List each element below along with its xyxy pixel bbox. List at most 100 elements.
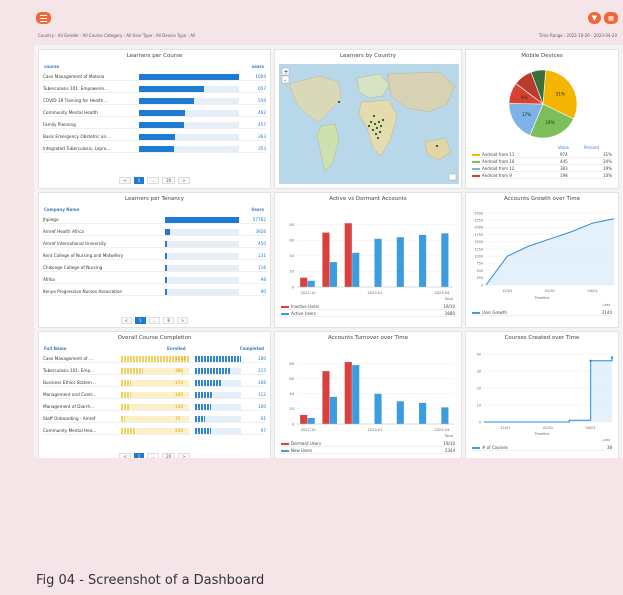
- mobile-devices-pie[interactable]: 31% 24% 17% 9%: [498, 64, 588, 144]
- bar-active-users[interactable]: [352, 252, 360, 287]
- bar-active-users[interactable]: [419, 234, 427, 287]
- next-page-button[interactable]: >: [178, 453, 190, 458]
- data-point: [610, 356, 614, 359]
- table-row[interactable]: Basic Emergency Obstetric an... 363: [43, 132, 266, 141]
- table-row[interactable]: Tuberculosis 101: Empowerin... 657: [43, 84, 266, 93]
- column-course[interactable]: course: [44, 64, 59, 69]
- bar-new-users[interactable]: [329, 396, 338, 424]
- table-row[interactable]: Case Management of Malaria 1009: [43, 72, 266, 81]
- bar-new-users[interactable]: [441, 407, 449, 424]
- y-tick-label: 0: [481, 283, 483, 287]
- bar-active-users[interactable]: [307, 280, 315, 287]
- table-row[interactable]: Amref International University 450: [43, 239, 266, 248]
- legend-value: 974: [560, 152, 568, 157]
- panel-title: Courses Created over Time: [504, 335, 580, 341]
- y-tick-label: 1250: [474, 247, 483, 251]
- table-row[interactable]: Management and Contr... 165 112: [43, 390, 266, 399]
- page-button[interactable]: 1: [135, 317, 146, 324]
- layers-button[interactable]: [448, 173, 457, 181]
- page-button[interactable]: 1: [133, 177, 145, 184]
- menu-icon: [40, 14, 47, 16]
- legend-item[interactable]: Android from 9 198 10%: [472, 173, 612, 179]
- table-row[interactable]: Staff Onboarding - Amref 75 61: [43, 414, 266, 423]
- time-range[interactable]: Time Range : 2022-10-20 - 2023-04-20: [539, 33, 617, 38]
- legend-item[interactable]: # of Courses 38: [472, 445, 612, 451]
- last-page-button[interactable]: 20: [162, 453, 176, 458]
- bar-active-users[interactable]: [441, 233, 449, 287]
- page-button[interactable]: 1: [133, 453, 145, 458]
- pager-dots: ...: [147, 453, 160, 458]
- last-page-button[interactable]: 8: [163, 317, 174, 324]
- table-row[interactable]: COVID-19 Training for Health ... 559: [43, 96, 266, 105]
- legend-swatch: [281, 450, 289, 452]
- bar-inactive-users[interactable]: [322, 232, 330, 287]
- column-full-name[interactable]: Full Name: [44, 346, 66, 351]
- bar-dormant-users[interactable]: [322, 371, 330, 424]
- bar-new-users[interactable]: [419, 402, 427, 424]
- table-row[interactable]: Community Mental Health 462: [43, 108, 266, 117]
- bar-inactive-users[interactable]: [344, 223, 352, 287]
- accounts-growth-chart[interactable]: 0 250 500 750 1000 1250 1500 1750 2000 2250 2500 12…: [466, 205, 619, 301]
- column-users[interactable]: users: [252, 64, 264, 69]
- table-row[interactable]: Tuberculosis 101: Emp... 386 215: [43, 366, 266, 375]
- bar-dormant-users[interactable]: [300, 414, 308, 424]
- legend-item[interactable]: Android from 10 445 24%: [472, 159, 612, 165]
- bar-dormant-users[interactable]: [344, 362, 352, 424]
- learners-per-course-panel: Learners per Course course users < 1 ...…: [38, 49, 271, 189]
- table-row[interactable]: Family Planning 457: [43, 120, 266, 129]
- value-bar: [165, 229, 171, 235]
- next-page-button[interactable]: >: [176, 317, 189, 324]
- legend-item[interactable]: Dormant Users 19/10: [281, 441, 455, 447]
- map-marker: [381, 118, 385, 122]
- last-page-button[interactable]: 20: [162, 177, 176, 184]
- legend-item[interactable]: Active Users 2680: [281, 311, 455, 317]
- bar-inactive-users[interactable]: [300, 277, 308, 287]
- legend-item[interactable]: User Growth 2144: [472, 310, 612, 316]
- bar-new-users[interactable]: [352, 365, 360, 424]
- prev-page-button[interactable]: <: [119, 177, 131, 184]
- legend-item[interactable]: New Users 2344: [281, 448, 455, 454]
- panel-title: Accounts Turnover over Time: [328, 335, 408, 341]
- table-row[interactable]: Afrika 98: [43, 275, 266, 284]
- courses-created-chart[interactable]: 0 10 20 30 40 12/01 02/01 04/01: [466, 344, 619, 436]
- next-page-button[interactable]: >: [178, 177, 190, 184]
- table-row[interactable]: Community Mental Hea... 259 97: [43, 426, 266, 435]
- menu-button[interactable]: [36, 12, 51, 24]
- table-row[interactable]: Jhpiego 57782: [43, 215, 266, 224]
- column-company[interactable]: Company Name: [44, 207, 79, 212]
- table-row[interactable]: Amref Health Africa 3926: [43, 227, 266, 236]
- active-dormant-chart[interactable]: 0 20 40 60 80 2022-10 2023-01 2023-04: [275, 205, 462, 297]
- column-enrolled[interactable]: Enrolled: [167, 346, 186, 351]
- legend-item[interactable]: Android from 11 974 31%: [472, 152, 612, 158]
- column-completed[interactable]: Completed: [240, 346, 264, 351]
- layout-button[interactable]: ▦: [604, 12, 618, 24]
- table-row[interactable]: Case Management of ... 1174 280: [43, 354, 266, 363]
- table-row[interactable]: Kent College of Nursing and Midwifery 131: [43, 251, 266, 260]
- bar-active-users[interactable]: [374, 238, 382, 287]
- legend-item[interactable]: Android from 12 383 19%: [472, 166, 612, 172]
- bar-new-users[interactable]: [374, 393, 382, 424]
- bar-active-users[interactable]: [329, 262, 338, 287]
- legend-label: Android from 9: [482, 173, 512, 178]
- prev-page-button[interactable]: <: [119, 453, 131, 458]
- bar-new-users[interactable]: [307, 417, 315, 424]
- y-tick-label: 1000: [474, 255, 483, 259]
- pagination: < 1 ... 20 >: [39, 177, 270, 184]
- legend-label: Android from 11: [482, 152, 515, 157]
- table-row[interactable]: Integrated Tuberculosis, Lepro... 353: [43, 144, 266, 153]
- bar-new-users[interactable]: [396, 401, 404, 424]
- table-row[interactable]: Business Ethics Statem... 174 166: [43, 378, 266, 387]
- legend-item[interactable]: Inactive Users 19/10: [281, 304, 455, 310]
- row-label: Kenya Progressive Nurses Association: [43, 289, 123, 294]
- table-row[interactable]: Management of Diarrh... 130 100: [43, 402, 266, 411]
- filter-button[interactable]: ▼: [588, 12, 601, 24]
- bar-active-users[interactable]: [396, 237, 404, 287]
- world-map[interactable]: + -: [279, 64, 459, 184]
- column-users[interactable]: Users: [251, 207, 264, 212]
- table-row[interactable]: Kenya Progressive Nurses Association 90: [43, 287, 266, 296]
- accounts-turnover-chart[interactable]: 0 20 40 60 80 2022-10 2023-01 2023-04: [275, 344, 462, 434]
- completed-value: 97: [260, 428, 266, 433]
- prev-page-button[interactable]: <: [120, 317, 133, 324]
- y-tick-label: 40: [289, 392, 294, 396]
- table-row[interactable]: Chikonge College of Nursing 116: [43, 263, 266, 272]
